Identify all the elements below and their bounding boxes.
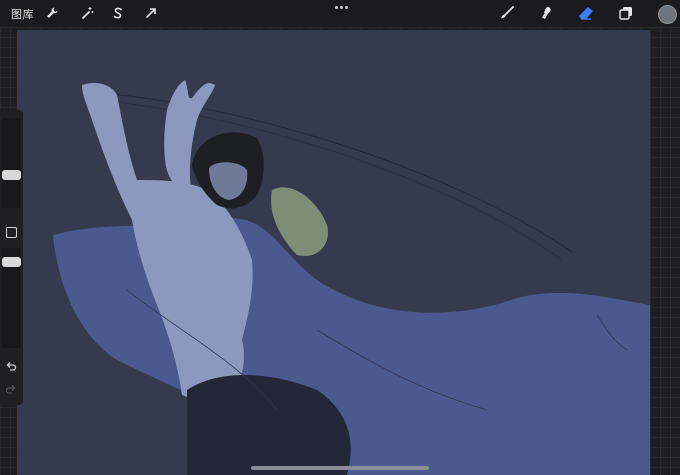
magic-wand-icon[interactable] [77, 3, 97, 23]
artwork-canvas[interactable] [17, 30, 650, 475]
redo-icon[interactable] [4, 382, 18, 396]
eraser-icon[interactable] [576, 3, 596, 23]
brush-opacity-thumb[interactable] [2, 257, 21, 267]
current-color-swatch[interactable] [658, 5, 677, 24]
brush-icon[interactable] [497, 3, 517, 23]
transform-arrow-icon[interactable] [141, 3, 161, 23]
more-options-dots[interactable] [330, 2, 352, 12]
selection-s-icon[interactable] [108, 3, 128, 23]
brush-size-thumb[interactable] [2, 170, 21, 180]
gallery-button[interactable]: 图库 [11, 6, 34, 22]
brush-sidebar [0, 110, 23, 405]
eraser-body [579, 7, 593, 19]
wrench-icon[interactable] [42, 3, 62, 23]
artwork-illustration [17, 30, 650, 475]
smudge-icon[interactable] [536, 3, 556, 23]
layers-icon[interactable] [616, 3, 636, 23]
top-toolbar: 图库 [0, 0, 680, 28]
undo-icon[interactable] [4, 359, 18, 373]
brush-size-slider[interactable] [2, 118, 21, 208]
canvas-workspace[interactable] [0, 27, 680, 475]
home-indicator[interactable] [251, 466, 429, 470]
modify-square-icon[interactable] [6, 227, 17, 238]
brush-opacity-slider[interactable] [2, 248, 21, 348]
